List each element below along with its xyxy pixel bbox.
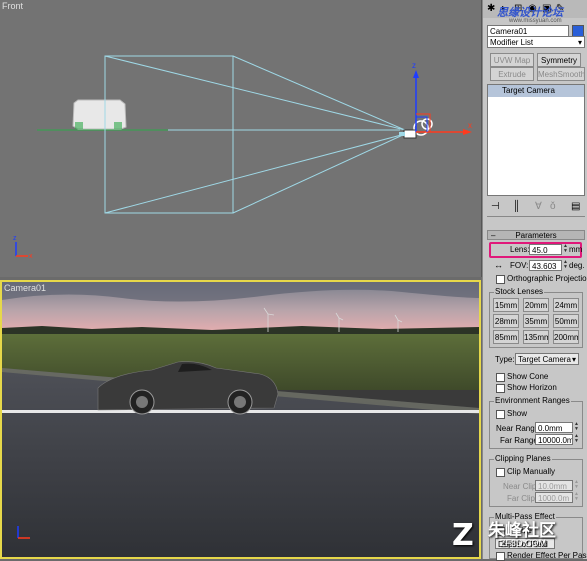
front-viewport-canvas[interactable]: z x z x — [0, 0, 481, 277]
parameters-rollout-header[interactable]: – Parameters — [487, 230, 585, 240]
lens-35mm-button[interactable]: 35mm — [523, 314, 549, 328]
command-panel: ✱ ◗ ⊞ ◉ ▣ ✎ 思缘设计论坛 www.missyuan.com Came… — [482, 0, 587, 561]
show-horizon-label: Show Horizon — [507, 383, 557, 392]
front-viewport[interactable]: Front z x z x — [0, 0, 482, 277]
chevron-down-icon: ▾ — [577, 38, 582, 47]
camera-viewport-label[interactable]: Camera01 — [4, 283, 46, 293]
svg-text:x: x — [29, 253, 33, 260]
lens-label: Lens: — [510, 245, 530, 254]
show-end-result-icon[interactable]: ║ — [513, 201, 520, 212]
svg-text:z: z — [412, 61, 416, 70]
stack-item-target-camera[interactable]: Target Camera — [488, 85, 584, 97]
watermark-bottom-url: ZF3D.COM — [500, 538, 546, 548]
meshsmooth-button[interactable]: MeshSmooth — [537, 67, 585, 81]
show-cone-checkbox[interactable] — [496, 373, 505, 382]
lens-24mm-button[interactable]: 24mm — [553, 298, 579, 312]
camera-type-dropdown[interactable]: Target Camera ▾ — [515, 353, 579, 365]
modifier-list-dropdown[interactable]: Modifier List ▾ — [487, 36, 585, 48]
svg-text:x: x — [468, 121, 472, 130]
svg-text:z: z — [13, 235, 17, 242]
clip-manually-checkbox[interactable] — [496, 468, 505, 477]
rollout-collapse-icon: – — [491, 231, 496, 240]
far-clip-label: Far Clip: — [507, 494, 538, 503]
pin-stack-icon[interactable]: ⊣ — [491, 201, 500, 212]
lens-15mm-button[interactable]: 15mm — [493, 298, 519, 312]
stack-toolbar: ⊣ ║ ∀ ǒ ▤ — [487, 200, 585, 214]
orthographic-label: Orthographic Projection — [507, 274, 587, 283]
lens-50mm-button[interactable]: 50mm — [553, 314, 579, 328]
zf-logo-icon: Z — [452, 518, 474, 553]
clipping-planes-title: Clipping Planes — [494, 454, 552, 464]
uvw-map-button[interactable]: UVW Map — [490, 53, 534, 67]
transform-gizmo: z x — [412, 61, 472, 135]
axis-tripod-icon: z x — [13, 235, 33, 260]
lens-200mm-button[interactable]: 200mm — [553, 330, 579, 344]
fov-direction-icon[interactable]: ↔ — [494, 260, 503, 270]
extrude-button[interactable]: Extrude — [490, 67, 534, 81]
orthographic-checkbox[interactable] — [496, 275, 505, 284]
lens-135mm-button[interactable]: 135mm — [523, 330, 549, 344]
near-range-spinner[interactable]: ▲ ▼ — [574, 422, 579, 433]
fov-field[interactable]: 43.603 — [529, 260, 562, 271]
type-label: Type: — [495, 355, 515, 364]
env-show-label: Show — [507, 409, 528, 418]
environment-ranges-title: Environment Ranges — [494, 396, 571, 406]
lens-spinner[interactable]: ▲ ▼ — [563, 244, 568, 255]
lens-28mm-button[interactable]: 28mm — [493, 314, 519, 328]
fov-label: FOV: — [510, 261, 529, 270]
symmetry-button[interactable]: Symmetry — [537, 53, 581, 67]
chevron-down-icon: ▾ — [571, 355, 576, 364]
far-range-field[interactable]: 10000.0m — [535, 434, 573, 445]
near-range-field[interactable]: 0.0mm — [535, 422, 573, 433]
near-clip-field[interactable]: 10.0mm — [535, 480, 573, 491]
show-horizon-checkbox[interactable] — [496, 384, 505, 393]
lens-20mm-button[interactable]: 20mm — [523, 298, 549, 312]
configure-sets-icon[interactable]: ▤ — [571, 201, 580, 212]
near-clip-spinner[interactable]: ▲ ▼ — [574, 480, 579, 491]
watermark-bottom: Z 朱峰社区 ZF3D.COM — [452, 516, 587, 559]
camera-type-value: Target Camera — [518, 355, 571, 364]
near-clip-label: Near Clip: — [503, 482, 539, 491]
modifier-list-label: Modifier List — [490, 38, 534, 47]
lens-85mm-button[interactable]: 85mm — [493, 330, 519, 344]
clip-manually-label: Clip Manually — [507, 467, 556, 476]
far-clip-spinner[interactable]: ▲ ▼ — [574, 492, 579, 503]
fov-spinner[interactable]: ▲ ▼ — [563, 260, 568, 271]
camera-frustum — [104, 55, 406, 214]
camera-viewport-render[interactable] — [2, 282, 479, 557]
fov-unit: deg. — [569, 261, 585, 270]
camera-viewport[interactable]: Camera01 — [0, 280, 481, 559]
divider — [487, 216, 585, 217]
modifier-stack[interactable]: Target Camera — [487, 84, 585, 196]
show-cone-label: Show Cone — [507, 372, 549, 381]
far-clip-field[interactable]: 1000.0m — [535, 492, 573, 503]
env-show-checkbox[interactable] — [496, 410, 505, 419]
watermark-top-url: www.missyuan.com — [509, 18, 562, 24]
create-tab-icon[interactable]: ✱ — [487, 3, 495, 14]
far-range-spinner[interactable]: ▲ ▼ — [574, 434, 579, 445]
lens-unit: mm — [569, 245, 583, 254]
parameters-rollout-label: Parameters — [515, 231, 557, 240]
stock-lenses-title: Stock Lenses — [494, 287, 545, 297]
remove-modifier-icon[interactable]: ǒ — [550, 201, 556, 212]
front-viewport-label[interactable]: Front — [2, 1, 23, 11]
car-object — [72, 99, 127, 130]
make-unique-icon[interactable]: ∀ — [535, 201, 542, 212]
lens-field[interactable]: 45.0 — [529, 244, 562, 255]
